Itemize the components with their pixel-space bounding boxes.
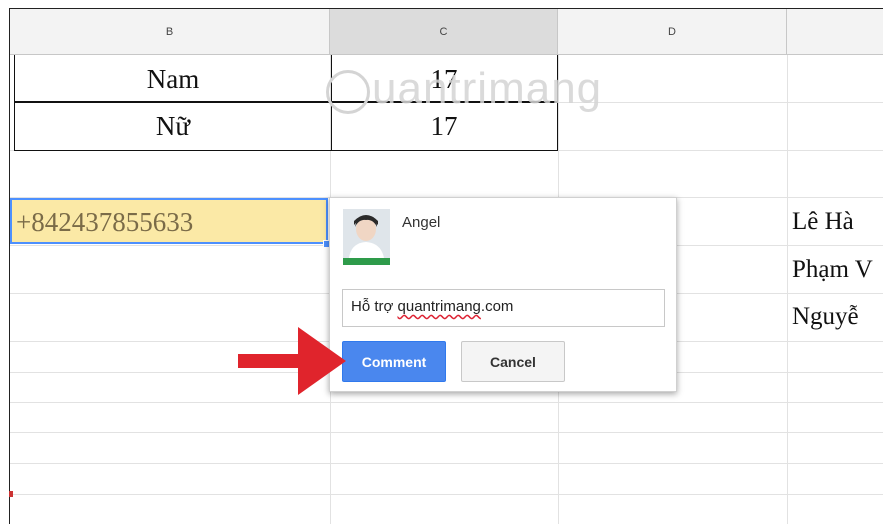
comment-button[interactable]: Comment	[342, 341, 446, 382]
cancel-button[interactable]: Cancel	[461, 341, 565, 382]
comment-input-link: quantrimang	[397, 298, 481, 315]
grid-line	[10, 402, 883, 403]
red-arrow-icon	[238, 327, 346, 395]
cell-b-nam[interactable]: Nam	[14, 56, 332, 102]
comment-input-suffix: .com	[480, 298, 514, 315]
cell-e-row2[interactable]: Phạm V	[792, 256, 873, 284]
frame-left-border	[9, 8, 10, 524]
column-header-b[interactable]: B	[10, 9, 330, 54]
spreadsheet-view: B C D Nam 17 Nữ 17 uantrimang +842437855…	[0, 0, 883, 524]
selected-cell-value: +842437855633	[16, 207, 194, 237]
red-marker	[9, 491, 13, 497]
comment-user-name: Angel	[402, 214, 441, 231]
watermark-logo: uantrimang	[372, 64, 603, 113]
grid-line	[10, 463, 883, 464]
comment-popup: Angel Hỗ trợ quantrimang.com Comment Can…	[329, 197, 677, 392]
comment-input[interactable]: Hỗ trợ quantrimang.com	[342, 289, 665, 327]
cell-e-row1[interactable]: Lê Hà	[792, 208, 854, 236]
grid-line	[787, 55, 788, 524]
column-header-e[interactable]	[787, 9, 883, 54]
watermark-bulb-icon	[326, 70, 370, 114]
column-header-d[interactable]: D	[558, 9, 787, 54]
cell-b-nu[interactable]: Nữ	[14, 103, 332, 149]
grid-line	[10, 494, 883, 495]
avatar-status-bar	[343, 258, 390, 265]
grid-line	[558, 102, 883, 103]
column-header-c[interactable]: C	[330, 9, 558, 54]
grid-line	[10, 432, 883, 433]
comment-input-prefix: Hỗ trợ	[351, 298, 398, 315]
user-avatar	[343, 209, 390, 265]
cell-e-row3[interactable]: Nguyễ	[792, 303, 859, 331]
